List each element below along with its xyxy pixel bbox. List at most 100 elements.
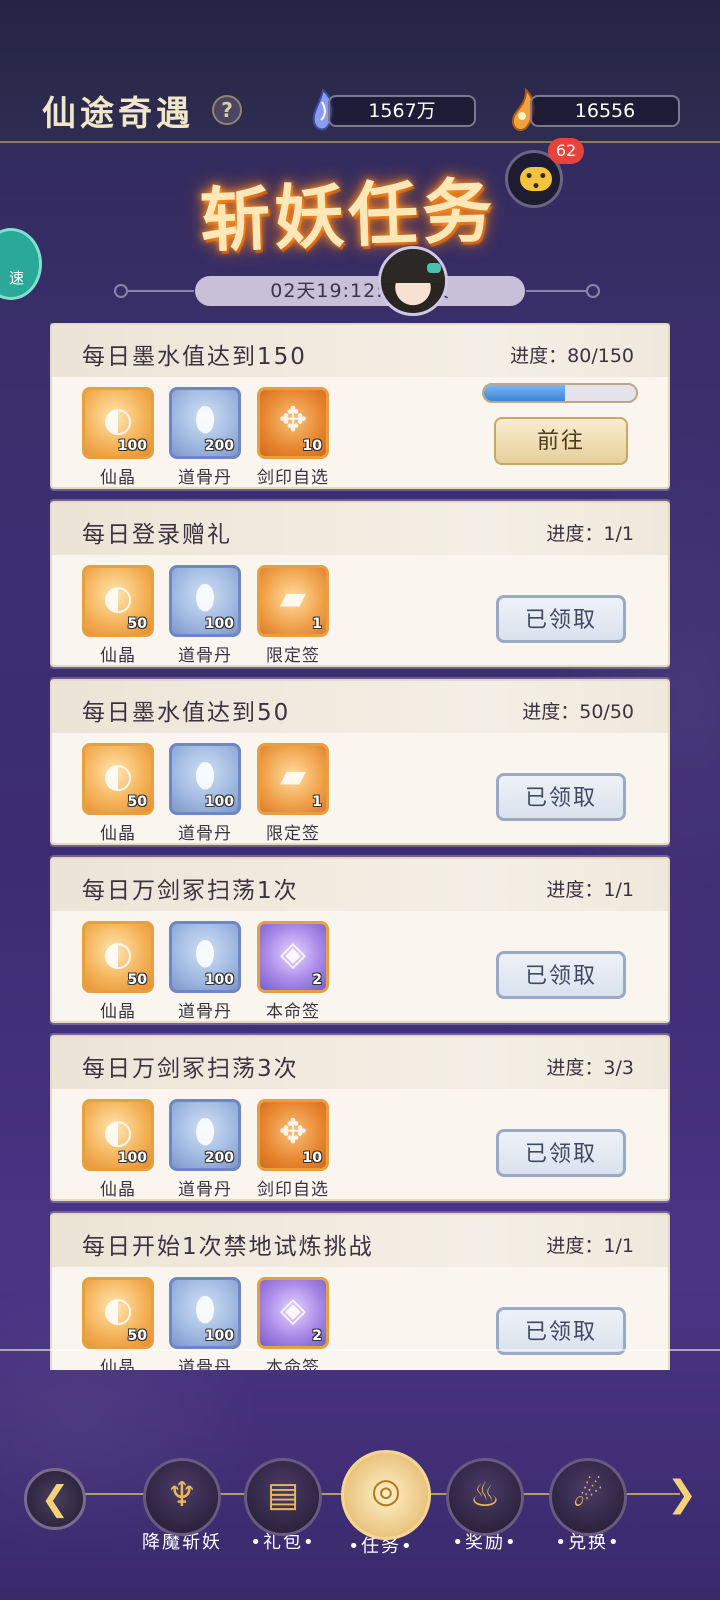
reward-item[interactable]: ✥ 10 剑印自选 — [257, 387, 329, 488]
xianjing-icon: ◐ 100 — [82, 1099, 154, 1171]
divider — [128, 290, 194, 292]
task-card: 每日墨水值达到150 进度：80/150 ◐ 100 仙晶 ⬮ 200 道骨丹 … — [50, 323, 670, 489]
task-progress: 进度：1/1 — [546, 523, 634, 545]
nav-tab[interactable]: ☄ •兑换• — [548, 1458, 628, 1554]
help-button[interactable]: ? — [212, 95, 242, 125]
reward-label: 仙晶 — [100, 646, 136, 666]
task-progress: 进度：3/3 — [546, 1057, 634, 1079]
task-icon: ◎ — [341, 1450, 431, 1540]
reward-item[interactable]: ▰ 1 限定签 — [257, 565, 329, 666]
reward-label: 本命签 — [266, 1358, 320, 1370]
task-card: 每日万剑冢扫荡3次 进度：3/3 ◐ 100 仙晶 ⬮ 200 道骨丹 ✥ 10… — [50, 1035, 670, 1201]
reward-item[interactable]: ⬮ 100 道骨丹 — [169, 743, 241, 844]
benmingqian-icon: ◈ 2 — [257, 921, 329, 993]
nav-tab[interactable]: ◎ •任务• — [341, 1450, 431, 1558]
divider-dot — [586, 284, 600, 298]
reward-label: 剑印自选 — [257, 1180, 329, 1200]
currency-spirit: 1567万 — [328, 95, 476, 127]
claimed-button[interactable]: 已领取 — [496, 1307, 626, 1355]
reward-item[interactable]: ✥ 10 剑印自选 — [257, 1099, 329, 1200]
daogudan-icon: ⬮ 100 — [169, 743, 241, 815]
countdown-timer: 02天19:12:33结束 — [195, 276, 525, 306]
reward-label: 道骨丹 — [178, 824, 232, 844]
reward-count: 50 — [127, 1328, 147, 1344]
reward-item[interactable]: ⬮ 100 道骨丹 — [169, 1277, 241, 1370]
task-list[interactable]: 每日墨水值达到150 进度：80/150 ◐ 100 仙晶 ⬮ 200 道骨丹 … — [50, 323, 670, 1370]
daogudan-icon: ⬮ 100 — [169, 921, 241, 993]
reward-item[interactable]: ◐ 100 仙晶 — [82, 387, 154, 488]
reward-count: 10 — [302, 438, 322, 454]
back-arrow-icon[interactable]: ❮ — [24, 1468, 86, 1530]
reward-count: 100 — [117, 438, 147, 454]
avatar[interactable] — [378, 246, 448, 316]
jianyin-icon: ✥ 10 — [257, 387, 329, 459]
daogudan-icon: ⬮ 200 — [169, 387, 241, 459]
reward-label: 限定签 — [266, 824, 320, 844]
reward-item[interactable]: ◈ 2 本命签 — [257, 1277, 329, 1370]
task-name: 每日万剑冢扫荡1次 — [82, 878, 299, 904]
reward-count: 2 — [312, 1328, 322, 1344]
benmingqian-icon: ◈ 2 — [257, 1277, 329, 1349]
page-title: 仙途奇遇 — [42, 94, 194, 134]
exchange-icon: ☄ — [549, 1458, 627, 1536]
reward-item[interactable]: ◈ 2 本命签 — [257, 921, 329, 1022]
reward-label: 限定签 — [266, 646, 320, 666]
xiandingqian-icon: ▰ 1 — [257, 743, 329, 815]
xianjing-icon: ◐ 50 — [82, 743, 154, 815]
chat-icon: • • • — [520, 167, 552, 194]
divider-dot — [114, 284, 128, 298]
reward-count: 50 — [127, 794, 147, 810]
task-card: 每日万剑冢扫荡1次 进度：1/1 ◐ 50 仙晶 ⬮ 100 道骨丹 ◈ 2 本… — [50, 857, 670, 1023]
reward-item[interactable]: ◐ 100 仙晶 — [82, 1099, 154, 1200]
reward-item[interactable]: ◐ 50 仙晶 — [82, 565, 154, 666]
claimed-button[interactable]: 已领取 — [496, 1129, 626, 1177]
xianjing-icon: ◐ 50 — [82, 565, 154, 637]
claimed-button[interactable]: 已领取 — [496, 951, 626, 999]
reward-item[interactable]: ◐ 50 仙晶 — [82, 743, 154, 844]
reward-label: 道骨丹 — [178, 468, 232, 488]
reward-count: 10 — [302, 1150, 322, 1166]
reward-icon: ♨ — [446, 1458, 524, 1536]
reward-count: 2 — [312, 972, 322, 988]
task-name: 每日墨水值达到150 — [82, 344, 307, 370]
reward-item[interactable]: ▰ 1 限定签 — [257, 743, 329, 844]
event-banner-title: 斩妖任务 — [198, 168, 498, 263]
speed-button[interactable]: 速 — [0, 228, 42, 300]
daogudan-icon: ⬮ 100 — [169, 565, 241, 637]
jianyin-icon: ✥ 10 — [257, 1099, 329, 1171]
task-progress: 进度：50/50 — [522, 701, 634, 723]
reward-item[interactable]: ⬮ 200 道骨丹 — [169, 387, 241, 488]
reward-item[interactable]: ⬮ 100 道骨丹 — [169, 921, 241, 1022]
reward-item[interactable]: ◐ 50 仙晶 — [82, 1277, 154, 1370]
claimed-button[interactable]: 已领取 — [496, 595, 626, 643]
reward-label: 剑印自选 — [257, 468, 329, 488]
reward-label: 仙晶 — [100, 468, 136, 488]
reward-label: 仙晶 — [100, 824, 136, 844]
xianjing-icon: ◐ 50 — [82, 921, 154, 993]
progress-bar — [482, 383, 638, 403]
demon-icon: ♆ — [143, 1458, 221, 1536]
reward-count: 50 — [127, 972, 147, 988]
task-progress: 进度：80/150 — [510, 345, 634, 367]
nav-tab[interactable]: ♨ •奖励• — [445, 1458, 525, 1554]
reward-count: 200 — [204, 1150, 234, 1166]
task-name: 每日墨水值达到50 — [82, 700, 291, 726]
next-arrow-icon[interactable]: ❯ — [664, 1470, 700, 1520]
nav-tab[interactable]: ♆ 降魔斩妖 — [142, 1458, 222, 1554]
reward-count: 100 — [204, 794, 234, 810]
reward-label: 仙晶 — [100, 1002, 136, 1022]
reward-item[interactable]: ◐ 50 仙晶 — [82, 921, 154, 1022]
reward-label: 道骨丹 — [178, 1358, 232, 1370]
claimed-button[interactable]: 已领取 — [496, 773, 626, 821]
daogudan-icon: ⬮ 100 — [169, 1277, 241, 1349]
reward-item[interactable]: ⬮ 200 道骨丹 — [169, 1099, 241, 1200]
progress-bar-fill — [484, 385, 565, 401]
reward-count: 1 — [312, 794, 322, 810]
reward-item[interactable]: ⬮ 100 道骨丹 — [169, 565, 241, 666]
reward-label: 仙晶 — [100, 1180, 136, 1200]
nav-tab[interactable]: ▤ •礼包• — [243, 1458, 323, 1554]
go-button[interactable]: 前往 — [494, 417, 628, 465]
list-bottom-divider — [0, 1349, 720, 1351]
xianjing-icon: ◐ 100 — [82, 387, 154, 459]
reward-count: 100 — [204, 972, 234, 988]
